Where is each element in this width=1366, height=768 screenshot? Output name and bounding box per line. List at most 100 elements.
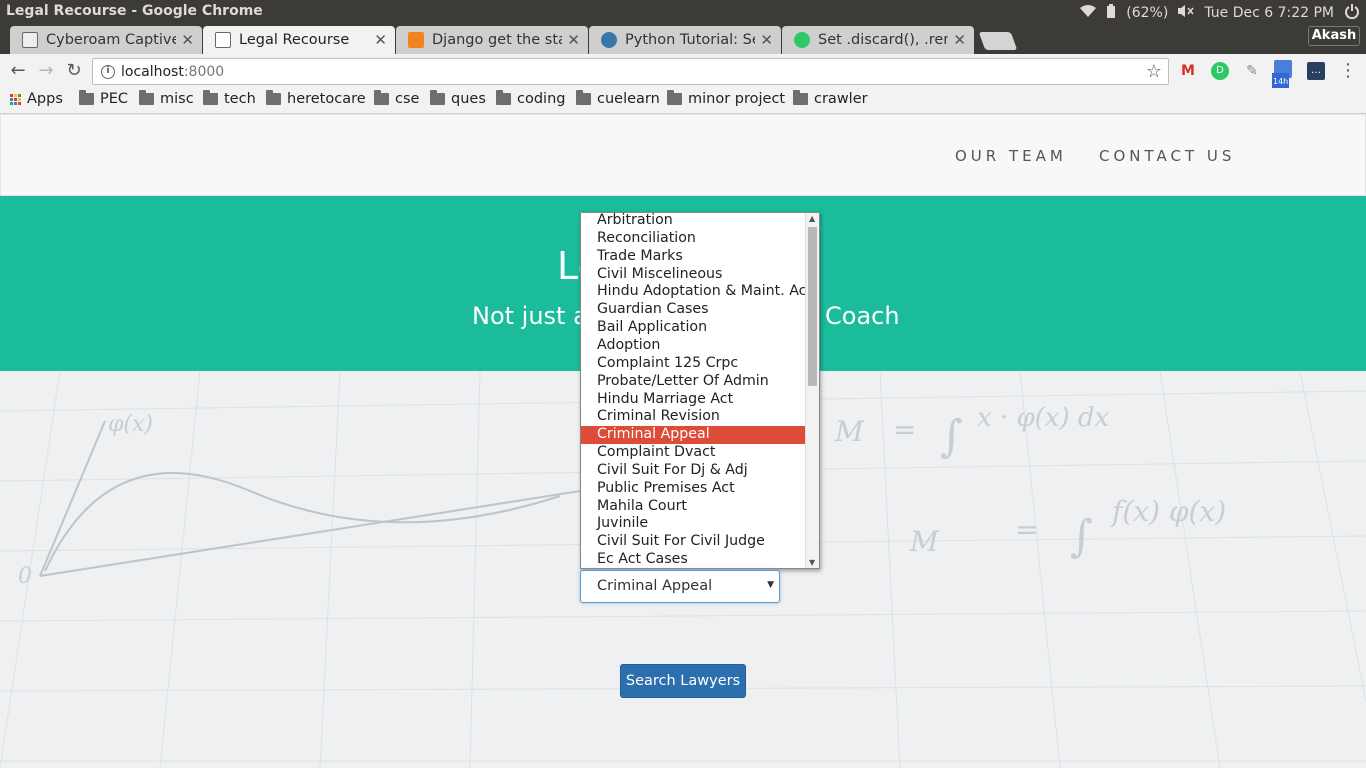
dropdown-option[interactable]: Adoption <box>581 337 805 355</box>
close-icon[interactable]: ✕ <box>181 31 194 49</box>
dropdown-option[interactable]: Trade Marks <box>581 248 805 266</box>
bookmark-folder-tech[interactable]: tech <box>203 90 256 107</box>
tab-python-tutorial[interactable]: Python Tutorial: Sets ✕ <box>589 26 781 54</box>
dropdown-option[interactable]: Juvinile <box>581 515 805 533</box>
menu-dots-icon[interactable]: ⋮ <box>1339 62 1357 80</box>
folder-icon <box>79 90 94 105</box>
svg-text:f(x) φ(x): f(x) φ(x) <box>1110 495 1226 528</box>
battery-percent[interactable]: (62%) <box>1126 5 1168 21</box>
extension-green-icon[interactable]: D <box>1211 62 1229 80</box>
info-icon[interactable]: i <box>101 65 115 79</box>
new-tab-button[interactable] <box>978 32 1018 50</box>
page-icon <box>215 32 231 48</box>
bookmark-folder-heretocare[interactable]: heretocare <box>266 90 366 107</box>
hackerrank-icon <box>794 32 810 48</box>
bookmark-folder-coding[interactable]: coding <box>496 90 565 107</box>
folder-icon <box>266 90 281 105</box>
window-title: Legal Recourse - Google Chrome <box>6 3 263 19</box>
bookmark-star-icon[interactable]: ☆ <box>1146 61 1162 82</box>
extension-dark-icon[interactable]: … <box>1307 62 1325 80</box>
dropdown-option[interactable]: Civil Suit For Civil Judge <box>581 533 805 551</box>
url-text[interactable]: localhost:8000 <box>121 64 224 80</box>
dropdown-option[interactable]: Reconciliation <box>581 230 805 248</box>
scrollbar-thumb[interactable] <box>808 227 817 386</box>
dropdown-option[interactable]: Civil Suit For Dj & Adj <box>581 462 805 480</box>
wifi-icon[interactable] <box>1080 4 1097 22</box>
tab-legal-recourse[interactable]: Legal Recourse ✕ <box>203 26 395 54</box>
search-lawyers-button[interactable]: Search Lawyers <box>620 664 746 698</box>
tab-set-discard[interactable]: Set .discard(), .remove() ✕ <box>782 26 974 54</box>
os-top-bar: Legal Recourse - Google Chrome (62%) Tue… <box>0 0 1366 24</box>
tab-strip: Cyberoam Captive Portal ✕ Legal Recourse… <box>0 24 1366 54</box>
close-icon[interactable]: ✕ <box>374 31 387 49</box>
dropdown-option[interactable]: Hindu Marriage Act <box>581 391 805 409</box>
dropdown-option[interactable]: Guardian Cases <box>581 301 805 319</box>
dropdown-option[interactable]: Ec Act Cases <box>581 551 805 568</box>
close-icon[interactable]: ✕ <box>760 31 773 49</box>
forward-arrow-icon[interactable]: → <box>35 60 57 82</box>
page-icon <box>22 32 38 48</box>
dropdown-option[interactable]: Public Premises Act <box>581 480 805 498</box>
python-icon <box>601 32 617 48</box>
case-type-select[interactable]: Criminal Appeal ▼ <box>580 570 780 603</box>
close-icon[interactable]: ✕ <box>567 31 580 49</box>
bookmark-folder-cuelearn[interactable]: cuelearn <box>576 90 660 107</box>
folder-icon <box>430 90 445 105</box>
bookmark-folder-misc[interactable]: misc <box>139 90 194 107</box>
dropdown-scrollbar[interactable]: ▲ ▼ <box>805 213 819 568</box>
bookmark-folder-ques[interactable]: ques <box>430 90 486 107</box>
folder-icon <box>203 90 218 105</box>
gmail-icon[interactable]: M <box>1179 62 1197 80</box>
back-arrow-icon[interactable]: ← <box>7 60 29 82</box>
folder-icon <box>496 90 511 105</box>
site-navbar: OUR TEAM CONTACT US <box>0 114 1366 196</box>
tab-cyberoam[interactable]: Cyberoam Captive Portal ✕ <box>10 26 202 54</box>
dropdown-option[interactable]: Criminal Revision <box>581 408 805 426</box>
bookmark-folder-minor-project[interactable]: minor project <box>667 90 785 107</box>
dropdown-option[interactable]: Complaint Dvact <box>581 444 805 462</box>
hero-subtitle-left: Not just a <box>472 302 588 330</box>
case-type-selected-value: Criminal Appeal <box>597 578 713 594</box>
system-tray: (62%) Tue Dec 6 7:22 PM <box>1080 3 1360 23</box>
folder-icon <box>139 90 154 105</box>
pen-icon[interactable]: ✎ <box>1243 62 1261 80</box>
scroll-down-arrow-icon[interactable]: ▼ <box>809 558 815 567</box>
svg-text:0: 0 <box>18 564 32 589</box>
battery-icon[interactable] <box>1106 3 1116 23</box>
dropdown-option[interactable]: Hindu Adoptation & Maint. Act <box>581 283 812 301</box>
dropdown-option[interactable]: Complaint 125 Crpc <box>581 355 805 373</box>
scroll-up-arrow-icon[interactable]: ▲ <box>809 214 815 223</box>
folder-icon <box>374 90 389 105</box>
reload-icon[interactable]: ↻ <box>63 60 85 82</box>
address-bar[interactable]: i localhost:8000 ☆ <box>92 58 1169 85</box>
bookmark-folder-crawler[interactable]: crawler <box>793 90 868 107</box>
dropdown-option[interactable]: Arbitration <box>581 213 805 230</box>
svg-text:=: = <box>893 413 916 446</box>
browser-toolbar: ← → ↻ i localhost:8000 ☆ M D ✎ 14h … ⋮ <box>0 54 1366 91</box>
case-type-dropdown-list[interactable]: Arbitration Reconciliation Trade Marks Civi… <box>580 212 820 569</box>
bookmark-folder-pec[interactable]: PEC <box>79 90 128 107</box>
folder-icon <box>576 90 591 105</box>
power-icon[interactable] <box>1344 3 1360 23</box>
bookmark-apps[interactable]: Apps <box>10 91 63 107</box>
svg-text:∫: ∫ <box>1070 511 1093 562</box>
svg-text:M: M <box>834 415 865 448</box>
dropdown-option[interactable]: Criminal Appeal <box>581 426 805 445</box>
svg-text:∫: ∫ <box>940 411 963 462</box>
nav-contact-us[interactable]: CONTACT US <box>1099 147 1235 165</box>
bookmark-folder-cse[interactable]: cse <box>374 90 419 107</box>
dropdown-option[interactable]: Bail Application <box>581 319 805 337</box>
stackoverflow-icon <box>408 32 424 48</box>
svg-text:φ(x): φ(x) <box>108 412 153 437</box>
close-icon[interactable]: ✕ <box>953 31 966 49</box>
tab-django[interactable]: Django get the static files ✕ <box>396 26 588 54</box>
timer-extension-icon[interactable]: 14h <box>1272 60 1292 91</box>
profile-button[interactable]: Akash <box>1308 26 1360 46</box>
dropdown-option[interactable]: Mahila Court <box>581 498 805 516</box>
dropdown-option[interactable]: Probate/Letter Of Admin <box>581 373 805 391</box>
clock[interactable]: Tue Dec 6 7:22 PM <box>1204 5 1334 21</box>
dropdown-option[interactable]: Civil Miscelineous <box>581 266 805 284</box>
nav-our-team[interactable]: OUR TEAM <box>955 147 1067 165</box>
volume-muted-icon[interactable] <box>1178 4 1194 22</box>
svg-text:=: = <box>1015 513 1038 546</box>
